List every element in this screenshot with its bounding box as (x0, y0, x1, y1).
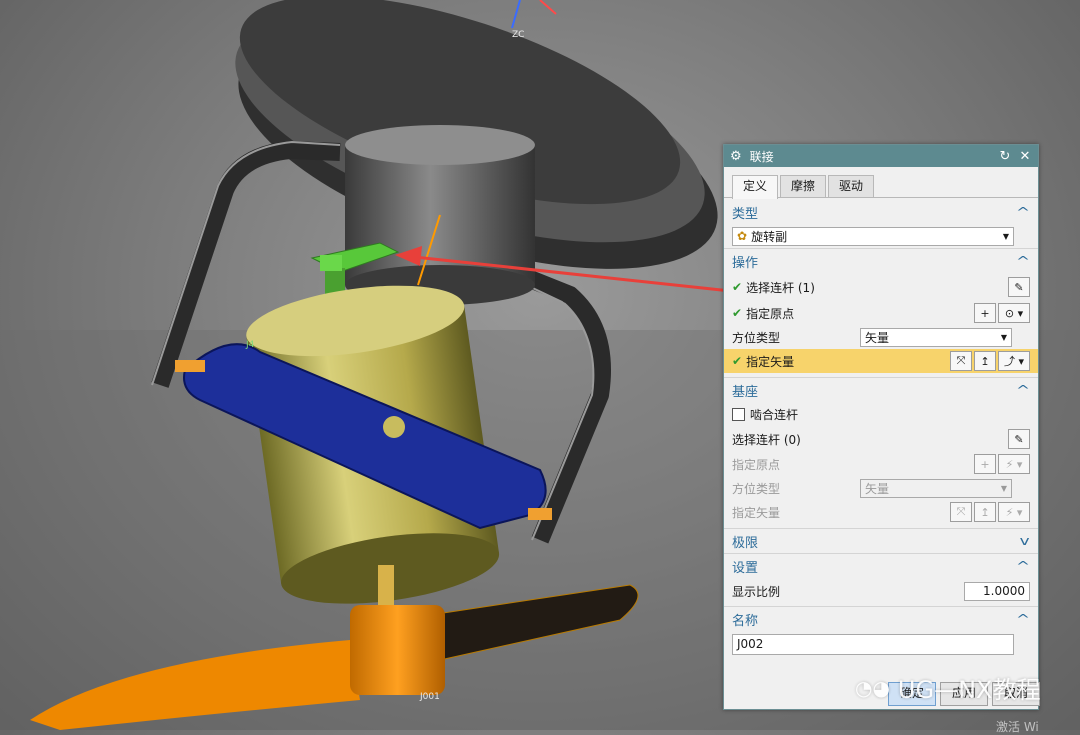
base-orientation-type-dropdown: 矢量 ▼ (860, 478, 1012, 498)
chevron-up-icon[interactable]: ^ (1016, 559, 1030, 573)
chevron-up-icon[interactable]: ^ (1016, 612, 1030, 626)
activate-windows-text: 激活 Wi (996, 720, 1039, 734)
orientation-type-label: 方位类型 (732, 330, 781, 345)
section-type-header[interactable]: 类型 ^ (724, 200, 1038, 224)
section-base-header[interactable]: 基座 ^ (724, 377, 1038, 402)
section-name-title: 名称 (732, 613, 759, 629)
vector-dialog-button[interactable]: ↥ (974, 351, 996, 371)
engage-link-label: 啮合连杆 (750, 407, 799, 422)
point-dialog-button[interactable]: + (974, 303, 996, 323)
gear-icon: ⚙ (730, 148, 742, 164)
dialog-titlebar[interactable]: ⚙ 联接 ↻ ✕ (724, 145, 1038, 167)
joint-type-dropdown[interactable]: ✿ 旋转副 ▼ (732, 226, 1014, 246)
base-orientation-type-value: 矢量 (865, 481, 890, 496)
base-orientation-type-label: 方位类型 (732, 481, 781, 496)
revolute-icon: ✿ (737, 229, 748, 243)
base-reverse-direction-button: ⤧ (950, 502, 972, 522)
chevron-up-icon[interactable]: ^ (1016, 205, 1030, 219)
tab-friction[interactable]: 摩擦 (780, 175, 827, 197)
section-settings-title: 设置 (732, 560, 759, 576)
base-point-dialog-button: + (974, 454, 996, 474)
orientation-type-value: 矢量 (865, 330, 890, 345)
base-vector-type-dropdown: ⚡ ▾ (998, 502, 1030, 522)
display-scale-label: 显示比例 (732, 584, 781, 599)
specify-origin-label: 指定原点 (746, 306, 795, 321)
chevron-down-icon: ▼ (1000, 483, 1007, 493)
chevron-up-icon[interactable]: ^ (1016, 383, 1030, 397)
check-icon: ✔ (732, 280, 743, 294)
specify-vector-label: 指定矢量 (746, 354, 795, 369)
display-scale-input[interactable]: 1.0000 (964, 581, 1030, 601)
joint-type-value: 旋转副 (751, 229, 788, 244)
chevron-down-icon: ▼ (1000, 332, 1007, 342)
watermark-text: UG—NX教程 (897, 676, 1041, 704)
select-link-button[interactable]: ✎ (1008, 277, 1030, 297)
left-pin (175, 360, 205, 372)
base-point-type-dropdown: ⚡ ▾ (998, 454, 1030, 474)
point-type-dropdown[interactable]: ⊙ ▾ (998, 303, 1030, 323)
section-settings-header[interactable]: 设置 ^ (724, 553, 1038, 578)
reset-icon[interactable]: ↻ (998, 149, 1012, 164)
link-tag: J4 (246, 340, 255, 350)
tab-definition[interactable]: 定义 (732, 175, 779, 199)
tab-drive[interactable]: 驱动 (828, 175, 875, 197)
joint-label: J001 (420, 692, 440, 702)
section-type-title: 类型 (732, 206, 759, 222)
dialog-title: 联接 (749, 149, 774, 164)
check-icon: ✔ (732, 354, 743, 368)
section-limits-header[interactable]: 极限 v (724, 528, 1038, 553)
triad-zc-label: ZC (512, 30, 525, 40)
base-select-link-label: 选择连杆 (0) (732, 432, 801, 447)
chevron-up-icon[interactable]: ^ (1016, 254, 1030, 268)
joint-name-input[interactable]: J002 (732, 633, 1014, 655)
orientation-type-dropdown[interactable]: 矢量 ▼ (860, 327, 1012, 347)
watermark: ◔◕ UG—NX教程 (855, 670, 1040, 705)
base-select-link-button[interactable]: ✎ (1008, 429, 1030, 449)
joint-dialog: ⚙ 联接 ↻ ✕ 定义 摩擦 驱动 类型 ^ ✿ 旋转副 ▼ 操作 ^ ✔ 选择… (723, 144, 1040, 710)
chevron-down-icon[interactable]: v (1019, 534, 1029, 548)
base-vector-dialog-button: ↥ (974, 502, 996, 522)
chevron-down-icon: ▼ (1002, 231, 1009, 241)
wechat-icon: ◔◕ (855, 675, 890, 700)
right-pin (528, 508, 552, 520)
section-operation-title: 操作 (732, 255, 759, 271)
section-operation-header[interactable]: 操作 ^ (724, 248, 1038, 273)
select-link-label: 选择连杆 (1) (746, 280, 815, 295)
vector-type-dropdown[interactable]: ⤴ ▾ (998, 351, 1030, 371)
pivot-dot (383, 416, 405, 438)
close-icon[interactable]: ✕ (1018, 149, 1032, 164)
check-icon: ✔ (732, 306, 743, 320)
base-specify-origin-label: 指定原点 (732, 457, 781, 472)
reverse-direction-button[interactable]: ⤧ (950, 351, 972, 371)
tab-bar: 定义 摩擦 驱动 (724, 167, 1038, 199)
base-specify-vector-label: 指定矢量 (732, 505, 781, 520)
coordinate-triad (511, 0, 557, 29)
section-base-title: 基座 (732, 384, 759, 400)
engage-link-checkbox[interactable] (732, 407, 745, 421)
section-limits-title: 极限 (732, 535, 759, 551)
section-name-header[interactable]: 名称 ^ (724, 606, 1038, 631)
